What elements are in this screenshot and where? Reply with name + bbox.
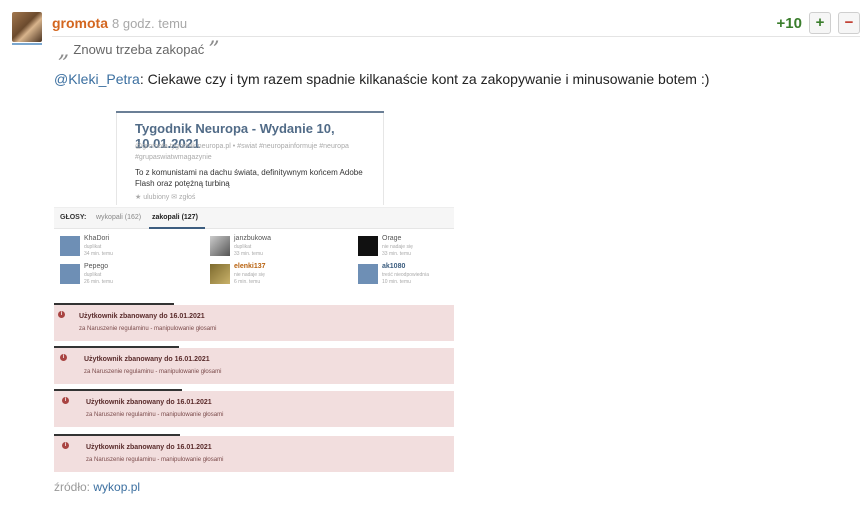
voter-reason: duplikat: [234, 244, 252, 250]
minus-button[interactable]: −: [838, 12, 860, 34]
card-footer: ★ ulubiony ✉ zgłoś: [135, 194, 196, 201]
ban-detail: za Naruszenie regulaminu - manipulowanie…: [84, 369, 222, 375]
voter-item: Orage nie nadaje się 33 min. temu: [358, 234, 454, 260]
voter-name: Pepego: [84, 263, 109, 270]
info-icon: i: [58, 311, 65, 318]
ban-title: Użytkownik zbanowany do 16.01.2021: [86, 444, 212, 451]
voter-reason: nie nadaje się: [234, 272, 265, 278]
quote-close-icon: ”: [208, 38, 220, 63]
quote-text: Znowu trzeba zakopać: [73, 42, 205, 57]
voter-avatar: [358, 264, 378, 284]
voter-reason: treść nieodpowiednia: [382, 272, 429, 278]
source-link[interactable]: wykop.pl: [93, 480, 140, 494]
quote: „ Znowu trzeba zakopać”: [58, 38, 219, 63]
votes-tabs: GŁOSY: wykopali (162) zakopali (127): [54, 207, 454, 229]
voter-item: ak1080 treść nieodpowiednia 10 min. temu: [358, 262, 454, 288]
voter-item: KhaDori duplikat 34 min. temu: [60, 234, 210, 260]
entry-time[interactable]: 8 godz. temu: [112, 16, 187, 31]
info-icon: i: [60, 354, 67, 361]
ban-notice: i Użytkownik zbanowany do 16.01.2021 za …: [54, 346, 454, 384]
ban-notice: i Użytkownik zbanowany do 16.01.2021 za …: [54, 434, 454, 472]
voter-time: 34 min. temu: [84, 251, 113, 257]
author-name[interactable]: gromota: [52, 15, 108, 31]
ban-notice: i Użytkownik zbanowany do 16.01.2021 za …: [54, 303, 454, 341]
avatar-underline: [12, 43, 42, 45]
voter-avatar: [60, 264, 80, 284]
entry-header: gromota 8 godz. temu +10 + −: [52, 12, 860, 34]
ban-topline: [54, 389, 182, 391]
ban-topline: [54, 434, 180, 436]
card-meta: @gromota tygodnik.neuropa.pl • #swiat #n…: [135, 143, 349, 161]
header-divider: [52, 36, 860, 37]
info-icon: i: [62, 397, 69, 404]
comment-text: : Ciekawe czy i tym razem spadnie kilkan…: [139, 71, 710, 87]
voter-name: ak1080: [382, 263, 406, 270]
voter-name: Orage: [382, 235, 402, 242]
voter-item: janzbukowa duplikat 33 min. temu: [210, 234, 360, 260]
ban-title: Użytkownik zbanowany do 16.01.2021: [79, 313, 205, 320]
voter-reason: nie nadaje się: [382, 244, 413, 250]
voters-list: KhaDori duplikat 34 min. temu janzbukowa…: [54, 230, 454, 294]
voter-avatar: [210, 264, 230, 284]
mention-link[interactable]: Kleki_Petra: [68, 71, 140, 87]
ban-title: Użytkownik zbanowany do 16.01.2021: [86, 399, 212, 406]
voter-name: janzbukowa: [234, 235, 271, 242]
ban-topline: [54, 303, 174, 305]
ban-notice: i Użytkownik zbanowany do 16.01.2021 za …: [54, 389, 454, 427]
source-label: źródło:: [54, 480, 91, 494]
plus-button[interactable]: +: [809, 12, 831, 34]
card-description: To z komunistami na dachu świata, defini…: [135, 168, 363, 188]
voter-avatar: [358, 236, 378, 256]
voter-reason: duplikat: [84, 244, 102, 250]
ban-detail: za Naruszenie regulaminu - manipulowanie…: [79, 326, 217, 332]
tab-buried: zakopali (127): [152, 214, 198, 221]
voter-reason: duplikat: [84, 272, 102, 278]
voter-time: 10 min. temu: [382, 279, 411, 285]
voter-time: 33 min. temu: [234, 251, 263, 257]
ban-title: Użytkownik zbanowany do 16.01.2021: [84, 356, 210, 363]
voter-name: elenki137: [234, 263, 266, 270]
quote-open-icon: „: [58, 38, 70, 63]
mention-prefix: @: [54, 71, 69, 87]
tab-active-underline: [149, 227, 205, 229]
avatar[interactable]: [12, 12, 42, 42]
voter-time: 26 min. temu: [84, 279, 113, 285]
voter-name: KhaDori: [84, 235, 110, 242]
ban-detail: za Naruszenie regulaminu - manipulowanie…: [86, 412, 224, 418]
tab-dug: wykopali (162): [96, 214, 142, 221]
link-card: Tygodnik Neuropa - Wydanie 10, 10.01.202…: [116, 113, 384, 205]
ban-detail: za Naruszenie regulaminu - manipulowanie…: [86, 457, 224, 463]
voter-item: Pepego duplikat 26 min. temu: [60, 262, 210, 288]
votes-label: GŁOSY:: [60, 214, 87, 221]
voter-avatar: [210, 236, 230, 256]
source-line: źródło: wykop.pl: [54, 480, 140, 494]
voter-item: elenki137 nie nadaje się 6 min. temu: [210, 262, 360, 288]
ban-topline: [54, 346, 179, 348]
vote-score: +10: [776, 15, 802, 32]
voter-time: 33 min. temu: [382, 251, 411, 257]
voter-avatar: [60, 236, 80, 256]
comment-body: @Kleki_Petra: Ciekawe czy i tym razem sp…: [54, 71, 709, 87]
voter-time: 6 min. temu: [234, 279, 261, 285]
embedded-screenshot[interactable]: Tygodnik Neuropa - Wydanie 10, 10.01.202…: [54, 106, 454, 472]
info-icon: i: [62, 442, 69, 449]
